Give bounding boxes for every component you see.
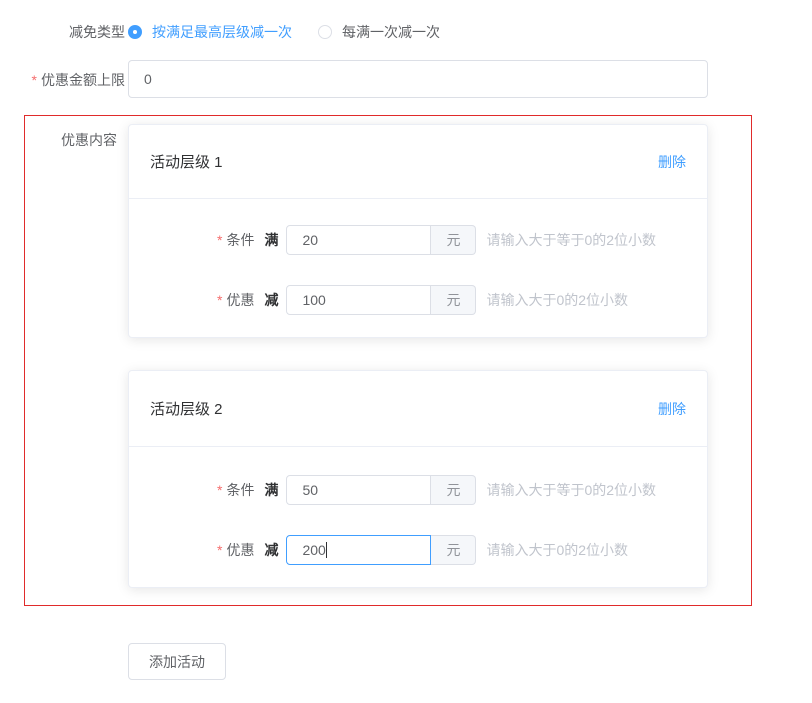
delete-tier-link[interactable]: 删除 — [658, 399, 686, 419]
discount-row: * 优惠 减 元 请输入大于0的2位小数 — [217, 285, 628, 315]
condition-verb: 满 — [264, 480, 278, 500]
discount-amount-input[interactable] — [286, 285, 431, 315]
condition-verb: 满 — [264, 230, 278, 250]
radio-option-label: 按满足最高层级减一次 — [152, 22, 292, 42]
delete-tier-link[interactable]: 删除 — [658, 152, 686, 172]
discount-verb: 减 — [264, 540, 278, 560]
input-hint: 请输入大于0的2位小数 — [486, 290, 628, 310]
discount-verb: 减 — [264, 290, 278, 310]
required-asterisk: * — [217, 232, 222, 248]
tier-card-1: 活动层级 1 删除 * 条件 满 元 请输入大于等于0的2位小数 * 优惠 减 … — [128, 124, 708, 338]
discount-limit-input[interactable] — [128, 60, 708, 98]
radio-selected-icon[interactable] — [128, 25, 142, 39]
input-hint: 请输入大于0的2位小数 — [486, 540, 628, 560]
discount-input-group: 元 — [286, 285, 476, 315]
condition-input-group: 元 — [286, 225, 476, 255]
tier-card-header: 活动层级 2 删除 — [129, 371, 707, 447]
radio-unselected-icon[interactable] — [318, 25, 332, 39]
tier-title: 活动层级 2 — [150, 398, 223, 419]
condition-input-group: 元 — [286, 475, 476, 505]
discount-amount-input-focused[interactable] — [286, 535, 431, 565]
unit-suffix: 元 — [431, 285, 476, 315]
text-cursor — [326, 542, 327, 558]
condition-label: 条件 — [226, 480, 254, 500]
unit-suffix: 元 — [431, 225, 476, 255]
radio-option-highest-tier[interactable]: 按满足最高层级减一次 — [128, 22, 292, 42]
promotion-discount-form: 减免类型 按满足最高层级减一次 每满一次减一次 *优惠金额上限 优惠内容 活动层… — [0, 0, 812, 703]
input-hint: 请输入大于等于0的2位小数 — [486, 230, 656, 250]
tier-title: 活动层级 1 — [150, 151, 223, 172]
tier-card-2: 活动层级 2 删除 * 条件 满 元 请输入大于等于0的2位小数 * 优惠 减 … — [128, 370, 708, 588]
radio-option-every-threshold[interactable]: 每满一次减一次 — [318, 22, 440, 42]
required-asterisk: * — [217, 482, 222, 498]
discount-label: 优惠 — [226, 540, 254, 560]
condition-row: * 条件 满 元 请输入大于等于0的2位小数 — [217, 225, 656, 255]
discount-type-label: 减免类型 — [0, 22, 125, 42]
required-asterisk: * — [217, 292, 222, 308]
discount-row: * 优惠 减 元 请输入大于0的2位小数 — [217, 535, 628, 565]
discount-limit-label-text: 优惠金额上限 — [41, 72, 125, 88]
condition-amount-input[interactable] — [286, 475, 431, 505]
tier-card-header: 活动层级 1 删除 — [129, 125, 707, 199]
add-activity-button[interactable]: 添加活动 — [128, 643, 226, 680]
radio-option-label: 每满一次减一次 — [342, 22, 440, 42]
discount-input-group-focused: 元 — [286, 535, 476, 565]
discount-limit-label: *优惠金额上限 — [0, 70, 125, 90]
condition-label: 条件 — [226, 230, 254, 250]
condition-amount-input[interactable] — [286, 225, 431, 255]
unit-suffix: 元 — [431, 535, 476, 565]
discount-content-label: 优惠内容 — [0, 130, 117, 150]
input-hint: 请输入大于等于0的2位小数 — [486, 480, 656, 500]
condition-row: * 条件 满 元 请输入大于等于0的2位小数 — [217, 475, 656, 505]
unit-suffix: 元 — [431, 475, 476, 505]
required-asterisk: * — [32, 72, 37, 88]
discount-label: 优惠 — [226, 290, 254, 310]
discount-type-radio-group: 按满足最高层级减一次 每满一次减一次 — [128, 22, 440, 42]
required-asterisk: * — [217, 542, 222, 558]
